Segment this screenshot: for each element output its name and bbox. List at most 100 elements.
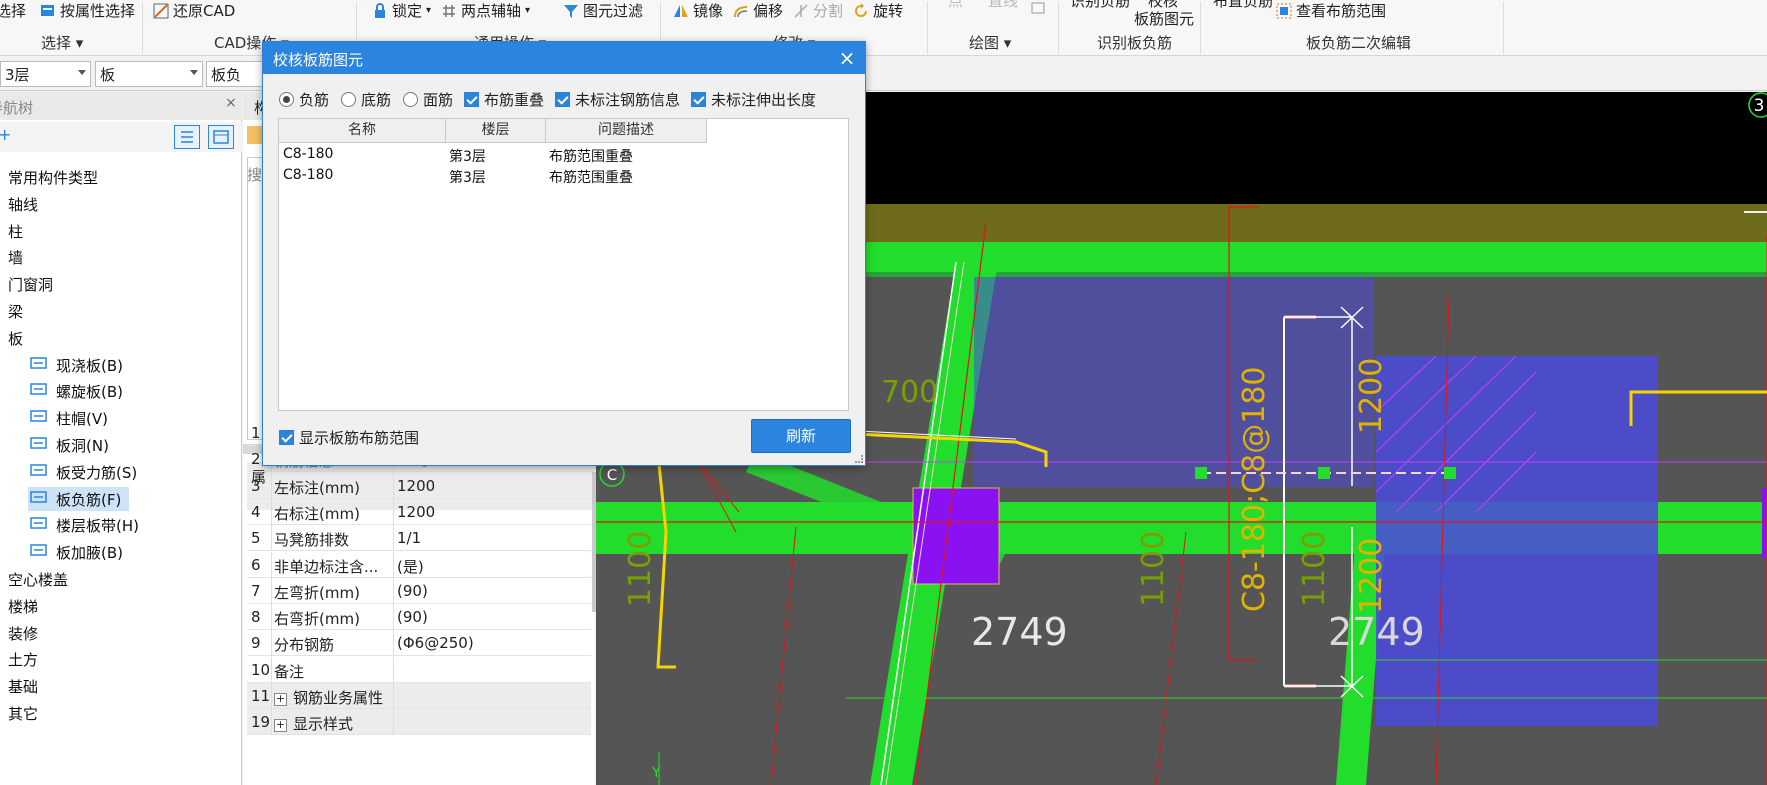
close-icon[interactable]: ×: [837, 46, 857, 70]
arrange-neg-button[interactable]: 布置负筋: [1213, 0, 1273, 11]
property-value[interactable]: (90): [397, 582, 428, 600]
nav-item[interactable]: 楼层板带(H): [28, 513, 147, 537]
detail-view-icon[interactable]: [208, 125, 234, 149]
nav-item[interactable]: 装修: [0, 621, 38, 645]
type-select[interactable]: 板: [95, 61, 203, 87]
check-show-range[interactable]: 显示板筋布筋范围: [279, 427, 419, 448]
property-row[interactable]: 11 + 钢筋业务属性: [247, 683, 591, 709]
issue-table[interactable]: 名称 楼层 问题描述 C8-180 第3层 布筋范围重叠 C8-180 第3层 布筋范围重…: [278, 118, 849, 411]
nav-item[interactable]: 墙: [0, 245, 23, 269]
radio-top[interactable]: 面筋: [403, 89, 453, 110]
table-row[interactable]: C8-180 第3层 布筋范围重叠: [279, 165, 848, 186]
identify-neg-button[interactable]: 识别负筋: [1070, 0, 1130, 11]
grid-line: [271, 683, 272, 709]
nav-toolbar: +: [0, 122, 242, 152]
chevron-down-icon: [78, 70, 86, 75]
check-extension[interactable]: 未标注伸出长度: [691, 89, 816, 110]
property-value[interactable]: 1200: [397, 503, 435, 521]
property-value[interactable]: (90): [397, 608, 428, 626]
nav-item[interactable]: 土方: [0, 647, 38, 671]
group-select-label: 选择 ▾: [41, 34, 84, 52]
property-row[interactable]: 3 左标注(mm) 1200: [247, 473, 591, 499]
property-index: 3: [251, 477, 261, 495]
table-row[interactable]: C8-180 第3层 布筋范围重叠: [279, 144, 848, 165]
dialog-titlebar[interactable]: 校核板筋图元: [263, 42, 865, 74]
nav-item[interactable]: 柱帽(V): [28, 406, 116, 430]
property-value[interactable]: (Φ6@250): [397, 634, 474, 652]
nav-item[interactable]: 螺旋板(B): [28, 379, 131, 403]
property-name: 显示样式: [293, 715, 354, 733]
nav-item[interactable]: 板: [0, 326, 23, 350]
nav-item[interactable]: 其它: [0, 701, 38, 725]
restore-cad-icon: [153, 3, 169, 19]
property-row[interactable]: 9 分布钢筋 (Φ6@250): [247, 630, 591, 656]
subtype-select[interactable]: 板负: [206, 61, 266, 87]
property-row[interactable]: 7 左弯折(mm) (90): [247, 578, 591, 604]
select-by-attr-button[interactable]: 按属性选择: [40, 0, 135, 21]
nav-item[interactable]: 基础: [0, 674, 38, 698]
check-elements-button[interactable]: 板筋图元: [1134, 8, 1194, 29]
rotate-button[interactable]: 旋转: [853, 0, 903, 21]
select-button-stub[interactable]: 选择: [0, 0, 26, 21]
lock-button[interactable]: 锁定 ▾: [372, 0, 431, 21]
expand-icon[interactable]: +: [274, 693, 287, 706]
property-name: 右标注(mm): [274, 505, 360, 523]
nav-item[interactable]: 板加腋(B): [28, 540, 131, 564]
radio-negative[interactable]: 负筋: [279, 89, 329, 110]
offset-button[interactable]: 偏移: [733, 0, 783, 21]
draw-line-button[interactable]: 直线: [988, 0, 1018, 11]
nav-item[interactable]: 门窗洞: [0, 272, 53, 296]
radio-bottom[interactable]: 底筋: [341, 89, 391, 110]
column-header-issue[interactable]: 问题描述: [546, 119, 707, 143]
nav-item[interactable]: 常用构件类型: [0, 165, 98, 189]
property-value[interactable]: (是): [397, 556, 424, 577]
nav-item[interactable]: 柱: [0, 219, 23, 243]
nav-item[interactable]: 板负筋(F): [28, 487, 130, 511]
close-icon[interactable]: ×: [225, 95, 237, 111]
property-row[interactable]: 5 马凳筋排数 1/1: [247, 525, 591, 551]
offset-label: 偏移: [753, 2, 784, 20]
floor-select[interactable]: 3层: [0, 61, 91, 87]
property-value[interactable]: 1200: [397, 477, 435, 495]
draw-point-button[interactable]: 点: [948, 0, 963, 11]
dim-1100-b: 1100: [1136, 531, 1171, 607]
nav-item[interactable]: 空心楼盖: [0, 567, 68, 591]
nav-item-label: 门窗洞: [8, 275, 54, 294]
lock-label: 锁定: [392, 2, 423, 20]
add-icon[interactable]: +: [0, 125, 11, 144]
draw-rect-button[interactable]: [1030, 0, 1046, 16]
column-header-floor[interactable]: 楼层: [446, 119, 546, 143]
restore-cad-button[interactable]: 还原CAD: [153, 0, 235, 21]
element-filter-button[interactable]: 图元过滤: [563, 0, 643, 21]
nav-item-label: 板加腋(B): [56, 543, 123, 562]
list-view-icon[interactable]: [174, 125, 200, 149]
refresh-button[interactable]: 刷新: [751, 419, 851, 453]
nav-item[interactable]: 现浇板(B): [28, 353, 131, 377]
ucs-y-label: Y: [651, 765, 661, 781]
expand-icon[interactable]: +: [274, 719, 287, 732]
ribbon-separator: [1503, 2, 1504, 54]
check-overlap[interactable]: 布筋重叠: [464, 89, 544, 110]
resize-grip-icon[interactable]: [855, 455, 863, 463]
column-header-name[interactable]: 名称: [279, 119, 446, 143]
split-button[interactable]: 分割: [793, 0, 843, 21]
two-point-axis-label: 两点辅轴: [461, 2, 522, 20]
property-value[interactable]: 1/1: [397, 529, 421, 547]
nav-item-label: 楼层板带(H): [56, 516, 139, 535]
property-row[interactable]: 4 右标注(mm) 1200: [247, 499, 591, 525]
property-row[interactable]: 8 右弯折(mm) (90): [247, 604, 591, 630]
property-row[interactable]: 10 备注: [247, 657, 591, 683]
property-row[interactable]: 19 + 显示样式: [247, 709, 591, 735]
two-point-axis-button[interactable]: 两点辅轴 ▾: [441, 0, 530, 21]
nav-item-label: 梁: [8, 302, 24, 321]
nav-item[interactable]: 梁: [0, 299, 23, 323]
view-range-button[interactable]: 查看布筋范围: [1276, 0, 1386, 21]
property-row[interactable]: 6 非单边标注含... (是): [247, 552, 591, 578]
nav-item[interactable]: 楼梯: [0, 594, 38, 618]
check-unlabeled[interactable]: 未标注钢筋信息: [555, 89, 680, 110]
mirror-button[interactable]: 镜像: [673, 0, 723, 21]
nav-item[interactable]: 板受力筋(S): [28, 460, 145, 484]
chevron-down-icon: [190, 70, 198, 75]
nav-item[interactable]: 轴线: [0, 192, 38, 216]
nav-item[interactable]: 板洞(N): [28, 433, 117, 457]
